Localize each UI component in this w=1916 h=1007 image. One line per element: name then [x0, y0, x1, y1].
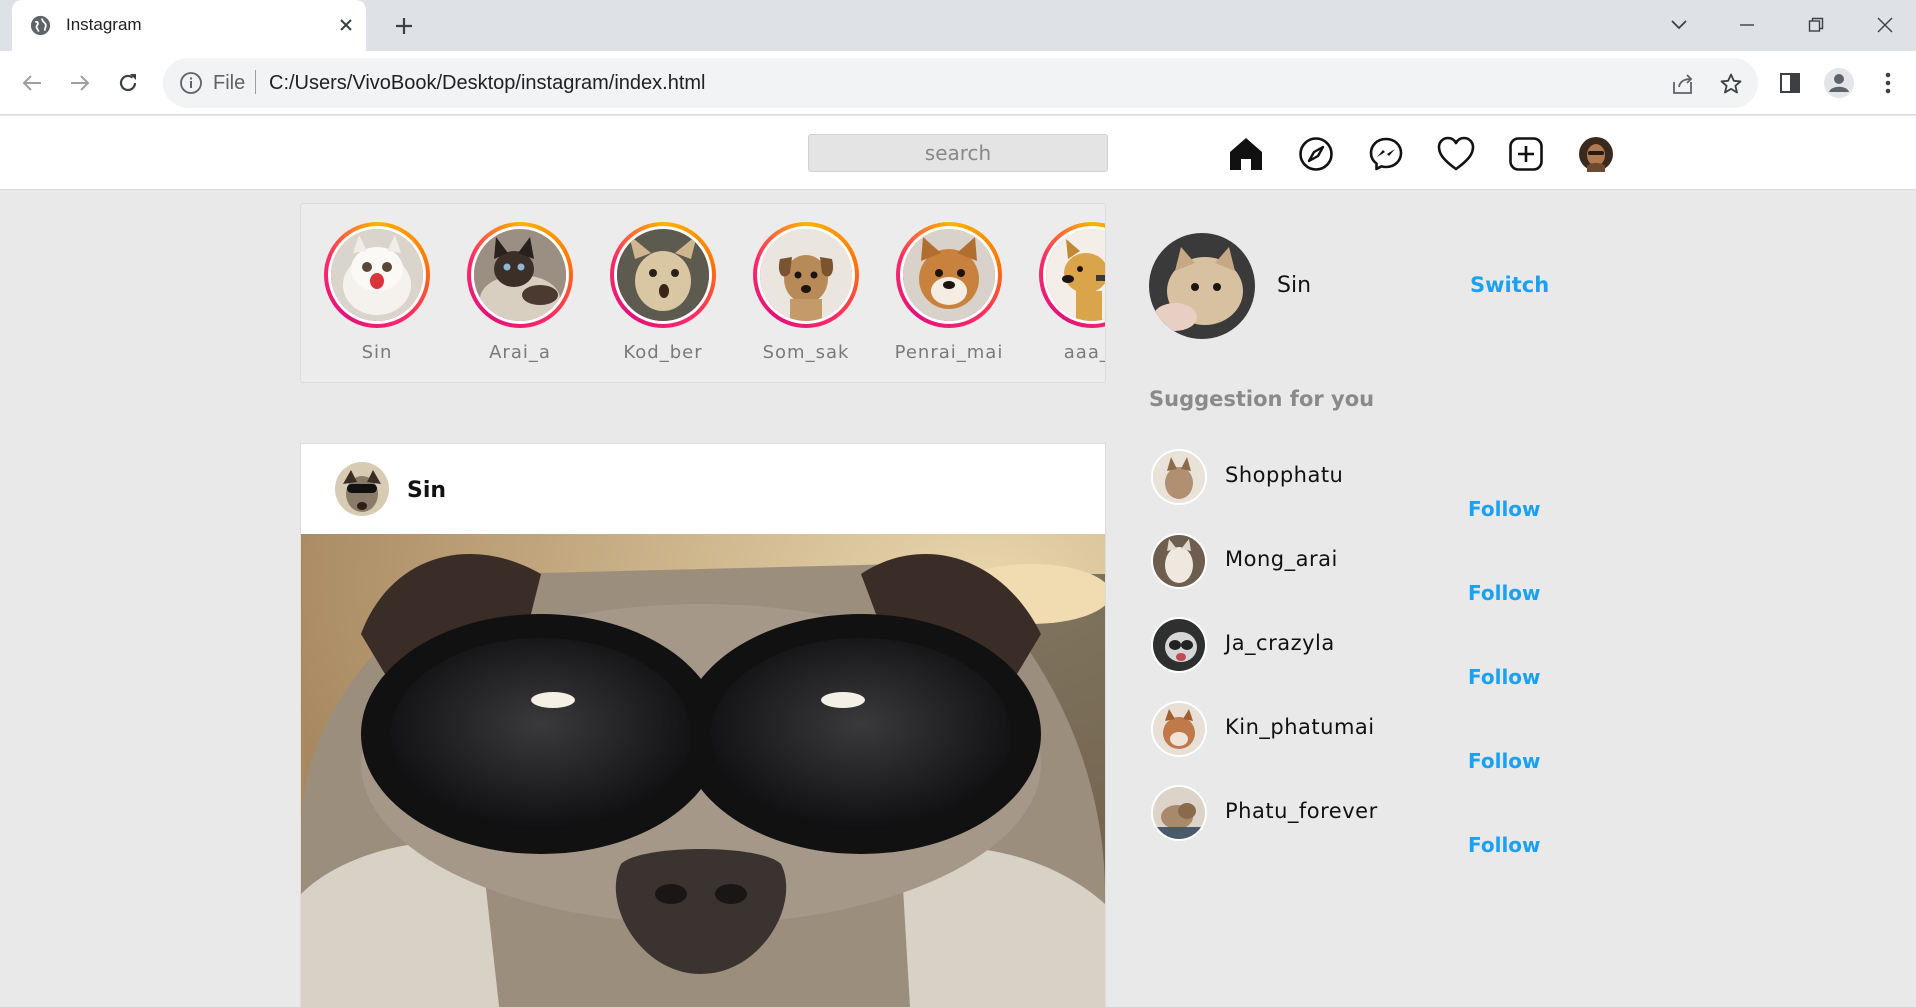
story-item[interactable]: Som_sak [751, 222, 861, 363]
story-username: Penrai_mai [894, 342, 1004, 363]
story-username: Som_sak [762, 342, 850, 363]
story-username: Kod_ber [623, 342, 703, 363]
suggestion-item: Ja_crazyla Follow [1149, 617, 1569, 701]
back-arrow-icon[interactable] [16, 67, 48, 99]
forward-arrow-icon[interactable] [64, 67, 96, 99]
suggestion-avatar[interactable] [1151, 701, 1207, 757]
cheems-dog-avatar [1046, 229, 1105, 321]
explore-compass-icon[interactable] [1296, 134, 1336, 174]
messenger-icon[interactable] [1366, 134, 1406, 174]
url-separator [255, 70, 256, 94]
bookmark-star-icon[interactable] [1718, 71, 1744, 97]
suggestion-username[interactable]: Shopphatu [1225, 463, 1343, 487]
reload-icon[interactable] [112, 67, 144, 99]
story-username: Sin [361, 342, 393, 363]
suggestion-avatar[interactable] [1151, 617, 1207, 673]
heart-icon[interactable] [1436, 134, 1476, 174]
info-icon[interactable] [179, 71, 203, 95]
story-username: aaa_s [1063, 342, 1105, 363]
suggestion-avatar[interactable] [1151, 533, 1207, 589]
switch-account-button[interactable]: Switch [1470, 273, 1549, 297]
story-username: Arai_a [489, 342, 551, 363]
stories-bar: Sin Arai_a Kod_ber Som_sak Penrai_mai aa… [300, 203, 1106, 383]
url-scheme-label: File [213, 72, 246, 94]
home-icon[interactable] [1226, 134, 1266, 174]
story-ring [324, 222, 430, 328]
suggestion-username[interactable]: Kin_phatumai [1225, 715, 1375, 739]
suggestion-item: Kin_phatumai Follow [1149, 701, 1569, 785]
close-tab-icon[interactable] [334, 13, 358, 37]
browser-toolbar: File C:/Users/VivoBook/Desktop/instagram… [0, 51, 1916, 115]
story-item[interactable]: Penrai_mai [894, 222, 1004, 363]
story-ring [610, 222, 716, 328]
profile-account-icon[interactable] [1823, 67, 1855, 99]
feed-post: Sin [300, 443, 1106, 1007]
profile-avatar-icon[interactable] [1576, 134, 1616, 174]
follow-button[interactable]: Follow [1468, 665, 1541, 689]
story-item[interactable]: aaa_s [1037, 222, 1105, 363]
story-ring [896, 222, 1002, 328]
post-image-dog-sunglasses[interactable] [301, 534, 1105, 1007]
follow-button[interactable]: Follow [1468, 749, 1541, 773]
follow-button[interactable]: Follow [1468, 497, 1541, 521]
close-window-icon[interactable] [1870, 10, 1900, 40]
suggestion-item: Mong_arai Follow [1149, 533, 1569, 617]
current-user-avatar[interactable] [1149, 233, 1255, 339]
restore-icon[interactable] [1801, 10, 1831, 40]
ig-header [0, 116, 1916, 190]
siamese-cat-avatar [474, 229, 566, 321]
shiba-avatar [903, 229, 995, 321]
suggestion-username[interactable]: Ja_crazyla [1225, 631, 1335, 655]
post-username[interactable]: Sin [407, 478, 446, 503]
suggestion-username[interactable]: Mong_arai [1225, 547, 1338, 571]
post-author-avatar[interactable] [335, 462, 389, 516]
tab-search-chevron-icon[interactable] [1664, 10, 1694, 40]
white-cat-avatar [331, 229, 423, 321]
story-ring [753, 222, 859, 328]
browser-tab[interactable]: Instagram [12, 0, 366, 51]
story-ring [467, 222, 573, 328]
url-text[interactable]: C:/Users/VivoBook/Desktop/instagram/inde… [269, 72, 705, 95]
browser-tab-strip: Instagram [0, 0, 1916, 51]
story-item[interactable]: Sin [322, 222, 432, 363]
follow-button[interactable]: Follow [1468, 833, 1541, 857]
follow-button[interactable]: Follow [1468, 581, 1541, 605]
suggestion-avatar[interactable] [1151, 449, 1207, 505]
current-username: Sin [1277, 273, 1312, 298]
menu-kebab-icon[interactable] [1872, 67, 1904, 99]
suggestion-username[interactable]: Phatu_forever [1225, 799, 1378, 823]
story-item[interactable]: Kod_ber [608, 222, 718, 363]
address-bar[interactable]: File C:/Users/VivoBook/Desktop/instagram… [163, 58, 1758, 108]
new-tab-icon[interactable] [390, 12, 418, 40]
suggestion-avatar[interactable] [1151, 785, 1207, 841]
story-item[interactable]: Arai_a [465, 222, 575, 363]
minimize-icon[interactable] [1732, 10, 1762, 40]
suggestion-item: Phatu_forever Follow [1149, 785, 1569, 869]
add-post-icon[interactable] [1506, 134, 1546, 174]
side-panel-icon[interactable] [1774, 67, 1806, 99]
suggestions-heading: Suggestion for you [1149, 387, 1375, 411]
tab-title: Instagram [66, 15, 142, 34]
share-icon[interactable] [1670, 71, 1696, 97]
search-input[interactable] [808, 134, 1108, 172]
suggestion-item: Shopphatu Follow [1149, 449, 1569, 533]
globe-icon [30, 15, 51, 36]
story-ring [1039, 222, 1105, 328]
hairless-cat-avatar [617, 229, 709, 321]
puppy-avatar [760, 229, 852, 321]
